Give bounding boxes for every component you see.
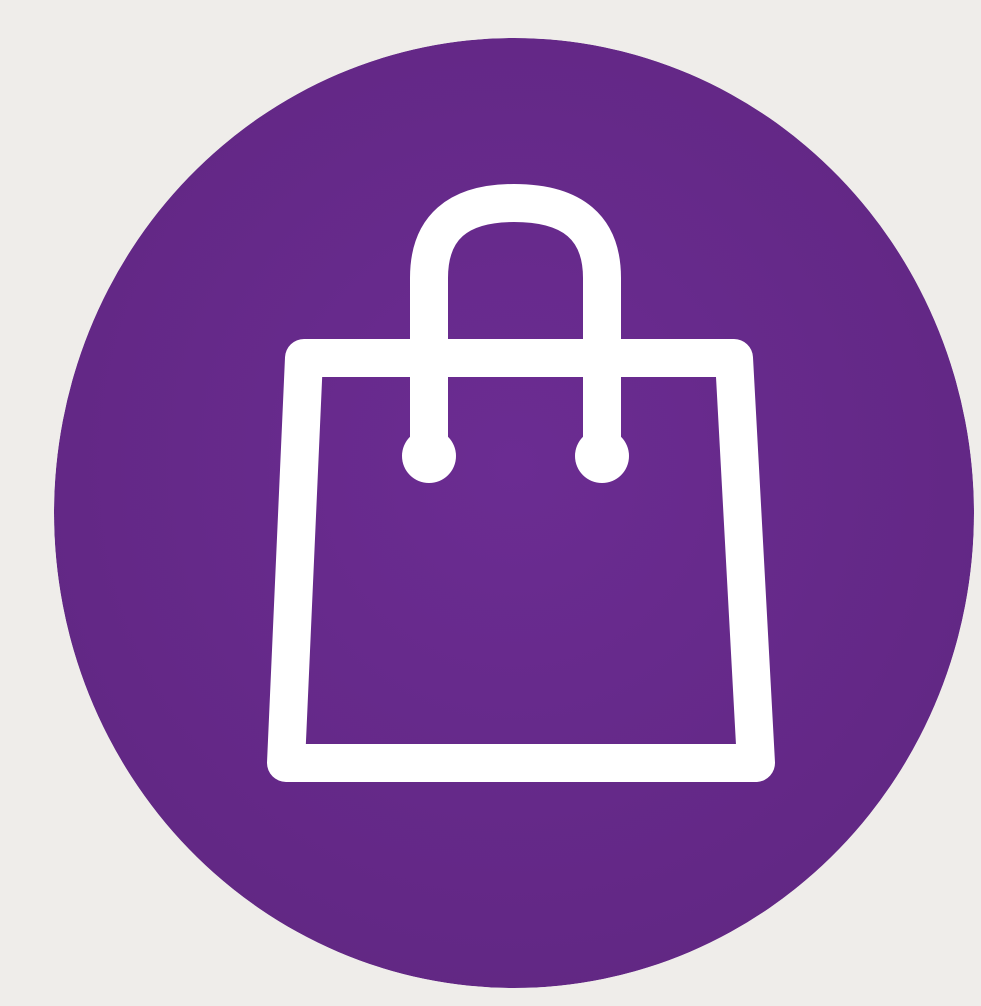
left-handle-knob [402,429,456,483]
shopping-bag-app-icon[interactable] [54,38,974,988]
shopping-bag-icon [54,38,974,988]
app-icon-canvas [0,0,981,1006]
purple-circle-background [54,38,974,988]
right-handle-knob [575,429,629,483]
